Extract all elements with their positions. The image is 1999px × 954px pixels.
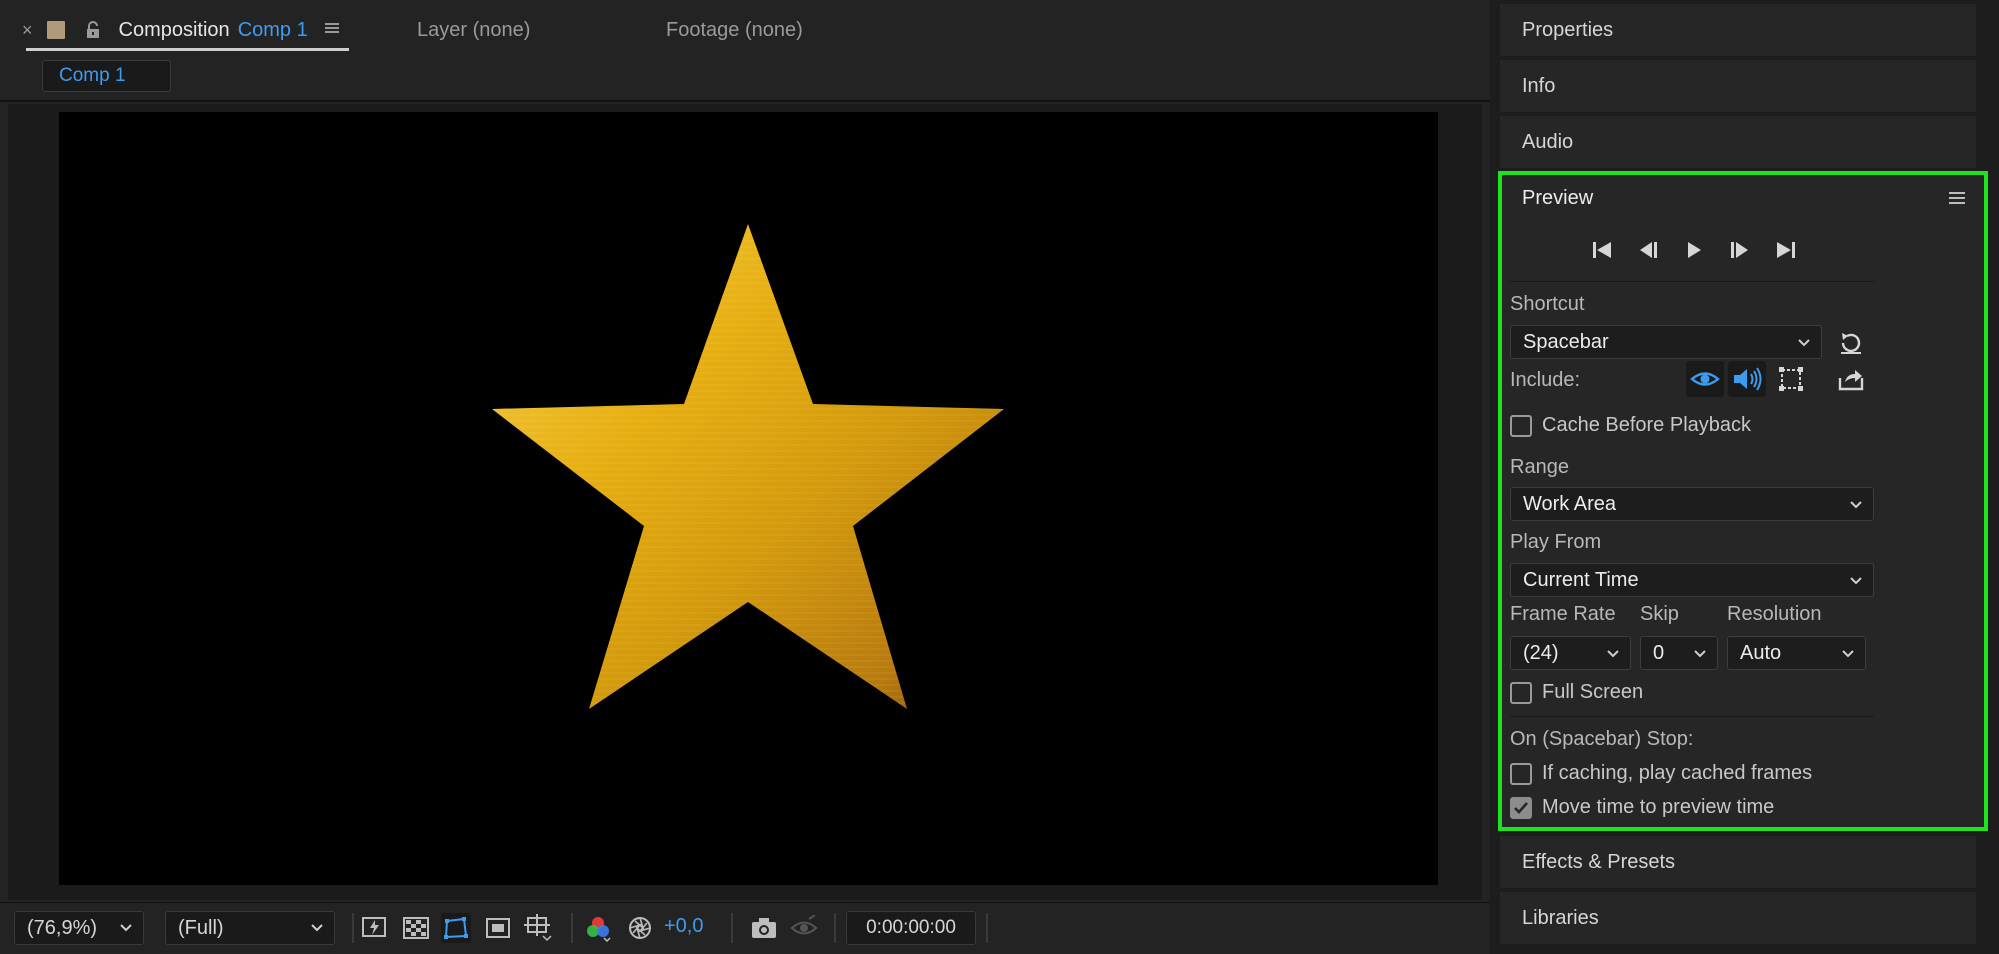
- color-channels-icon[interactable]: [583, 913, 613, 943]
- toolbar-separator: [834, 913, 836, 943]
- full-screen-checkbox[interactable]: Full Screen: [1510, 681, 1643, 704]
- play-from-dropdown[interactable]: Current Time: [1510, 563, 1874, 597]
- comp-navigator-tab[interactable]: Comp 1: [42, 60, 171, 92]
- move-time-label: Move time to preview time: [1542, 796, 1775, 818]
- export-preview-icon[interactable]: [1832, 361, 1870, 397]
- full-screen-label: Full Screen: [1542, 681, 1644, 703]
- composition-panel: × Composition Comp 1 Layer (none) Footag…: [0, 0, 1490, 954]
- effects-presets-panel-header[interactable]: Effects & Presets: [1500, 836, 1976, 888]
- close-icon[interactable]: ×: [22, 20, 33, 41]
- tab-footage[interactable]: Footage (none): [666, 16, 803, 44]
- reset-exposure-icon[interactable]: [625, 913, 655, 943]
- section-divider: [1510, 281, 1874, 282]
- skip-value: 0: [1653, 641, 1665, 664]
- section-divider: [1510, 716, 1874, 717]
- next-frame-button[interactable]: [1724, 237, 1756, 263]
- toolbar-separator: [571, 913, 573, 943]
- lock-icon[interactable]: [83, 20, 103, 40]
- checkmark-icon: [1514, 801, 1528, 814]
- include-label: Include:: [1510, 369, 1581, 391]
- magnification-value: (76,9%): [27, 916, 98, 939]
- frame-rate-value: (24): [1523, 641, 1559, 664]
- properties-panel-header[interactable]: Properties: [1500, 4, 1976, 56]
- label-color-swatch[interactable]: [46, 21, 65, 39]
- chevron-down-icon: [1850, 501, 1862, 509]
- camera-snapshot-icon[interactable]: [749, 913, 779, 943]
- grid-guides-icon[interactable]: [523, 913, 553, 943]
- panel-menu-icon[interactable]: [1948, 189, 1966, 207]
- tab-composition[interactable]: × Composition Comp 1: [22, 16, 340, 44]
- tab-layer[interactable]: Layer (none): [417, 16, 530, 44]
- play-from-label: Play From: [1510, 531, 1602, 553]
- chevron-down-icon: [1842, 650, 1854, 658]
- active-tab-underline: [26, 48, 349, 51]
- last-frame-button[interactable]: [1770, 237, 1802, 263]
- chevron-down-icon: [120, 924, 132, 932]
- transparency-grid-icon[interactable]: [401, 913, 431, 943]
- resolution-label: Resolution: [1727, 603, 1822, 625]
- toolbar-separator: [731, 913, 733, 943]
- resolution-dropdown[interactable]: Auto: [1727, 636, 1866, 670]
- resolution-dropdown[interactable]: (Full): [165, 911, 335, 945]
- checkbox-box[interactable]: [1510, 681, 1532, 704]
- play-button[interactable]: [1678, 237, 1710, 263]
- toolbar-separator: [352, 913, 354, 943]
- checkbox-box-checked[interactable]: [1510, 796, 1532, 819]
- preview-resolution-value: Auto: [1740, 641, 1782, 664]
- previous-frame-button[interactable]: [1632, 237, 1664, 263]
- gold-star-layer[interactable]: [59, 112, 1438, 885]
- fast-previews-icon[interactable]: [360, 913, 390, 943]
- cache-before-playback-label: Cache Before Playback: [1542, 414, 1752, 436]
- viewer-divider: [0, 100, 1490, 102]
- info-panel-header[interactable]: Info: [1500, 60, 1976, 112]
- include-video-icon[interactable]: [1686, 361, 1724, 397]
- tab-composition-name: Comp 1: [237, 18, 308, 41]
- reset-icon[interactable]: [1832, 325, 1870, 361]
- range-value: Work Area: [1523, 492, 1616, 515]
- viewer-bottom-toolbar: (76,9%) (Full) +0,0 0:00:00:00: [0, 902, 1490, 954]
- shortcut-value: Spacebar: [1523, 330, 1609, 353]
- shortcut-dropdown[interactable]: Spacebar: [1510, 325, 1822, 359]
- show-snapshot-icon[interactable]: [789, 913, 819, 943]
- if-caching-checkbox[interactable]: If caching, play cached frames: [1510, 762, 1812, 785]
- skip-label: Skip: [1640, 603, 1679, 625]
- composition-canvas[interactable]: [59, 112, 1438, 885]
- tab-composition-title: Composition: [118, 18, 230, 41]
- chevron-down-icon: [311, 924, 323, 932]
- region-of-interest-icon[interactable]: [483, 913, 513, 943]
- exposure-value[interactable]: +0,0: [664, 915, 703, 938]
- frame-rate-label: Frame Rate: [1510, 603, 1616, 625]
- on-stop-label: On (Spacebar) Stop:: [1510, 728, 1694, 750]
- resolution-value: (Full): [178, 916, 224, 939]
- chevron-down-icon: [1798, 339, 1810, 347]
- range-dropdown[interactable]: Work Area: [1510, 487, 1874, 521]
- include-audio-icon[interactable]: [1728, 361, 1766, 397]
- include-overlays-icon[interactable]: [1772, 361, 1810, 397]
- checkbox-box[interactable]: [1510, 762, 1532, 785]
- move-time-checkbox[interactable]: Move time to preview time: [1510, 796, 1774, 819]
- current-time-display[interactable]: 0:00:00:00: [846, 911, 976, 945]
- composition-tab-bar: × Composition Comp 1 Layer (none) Footag…: [0, 0, 1490, 56]
- cache-before-playback-checkbox[interactable]: Cache Before Playback: [1510, 414, 1751, 437]
- audio-panel-header[interactable]: Audio: [1500, 116, 1976, 168]
- chevron-down-icon: [1850, 577, 1862, 585]
- frame-rate-dropdown[interactable]: (24): [1510, 636, 1631, 670]
- libraries-panel-header[interactable]: Libraries: [1500, 892, 1976, 944]
- magnification-dropdown[interactable]: (76,9%): [14, 911, 144, 945]
- preview-panel-title: Preview: [1522, 187, 1594, 209]
- checkbox-box[interactable]: [1510, 414, 1532, 437]
- panel-menu-icon[interactable]: [324, 19, 340, 42]
- chevron-down-icon: [1607, 650, 1619, 658]
- toolbar-separator: [986, 913, 988, 943]
- first-frame-button[interactable]: [1586, 237, 1618, 263]
- playback-controls: [1586, 237, 1802, 263]
- if-caching-label: If caching, play cached frames: [1542, 762, 1813, 784]
- preview-panel: Preview Shortcut Spacebar Include: Cache…: [1498, 171, 1988, 831]
- mask-path-visibility-icon[interactable]: [441, 913, 471, 943]
- range-label: Range: [1510, 456, 1569, 478]
- shortcut-label: Shortcut: [1510, 293, 1585, 315]
- skip-dropdown[interactable]: 0: [1640, 636, 1718, 670]
- play-from-value: Current Time: [1523, 568, 1639, 591]
- chevron-down-icon: [1694, 650, 1706, 658]
